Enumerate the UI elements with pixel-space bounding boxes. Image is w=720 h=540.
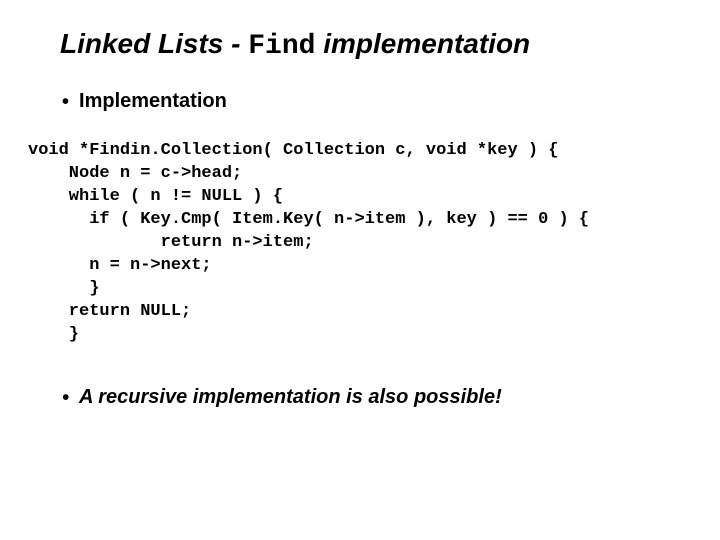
bullet-dot-2: • (62, 386, 69, 410)
code-line-9: } (28, 325, 79, 344)
code-line-3: while ( n != NULL ) { (28, 187, 283, 206)
bullet-recursive: • A recursive implementation is also pos… (62, 386, 700, 410)
bullet-text-2: A recursive implementation is also possi… (79, 386, 502, 409)
code-line-2: Node n = c->head; (28, 164, 242, 183)
code-line-4: if ( Key.Cmp( Item.Key( n->item ), key )… (28, 210, 589, 229)
code-line-1: void *Findin.Collection( Collection c, v… (28, 141, 559, 160)
title-suffix: implementation (315, 28, 530, 59)
bullet-implementation: • Implementation (62, 90, 700, 114)
title-code: Find (248, 31, 315, 62)
code-block: void *Findin.Collection( Collection c, v… (28, 140, 700, 346)
title-prefix: Linked Lists - (60, 28, 248, 59)
bullet-text: Implementation (79, 90, 227, 113)
code-line-6: n = n->next; (28, 256, 212, 275)
code-line-8: return NULL; (28, 302, 191, 321)
code-line-5: return n->item; (28, 233, 314, 252)
bullet-dot: • (62, 90, 69, 114)
slide-title: Linked Lists - Find implementation (60, 28, 700, 62)
code-line-7: } (28, 279, 99, 298)
